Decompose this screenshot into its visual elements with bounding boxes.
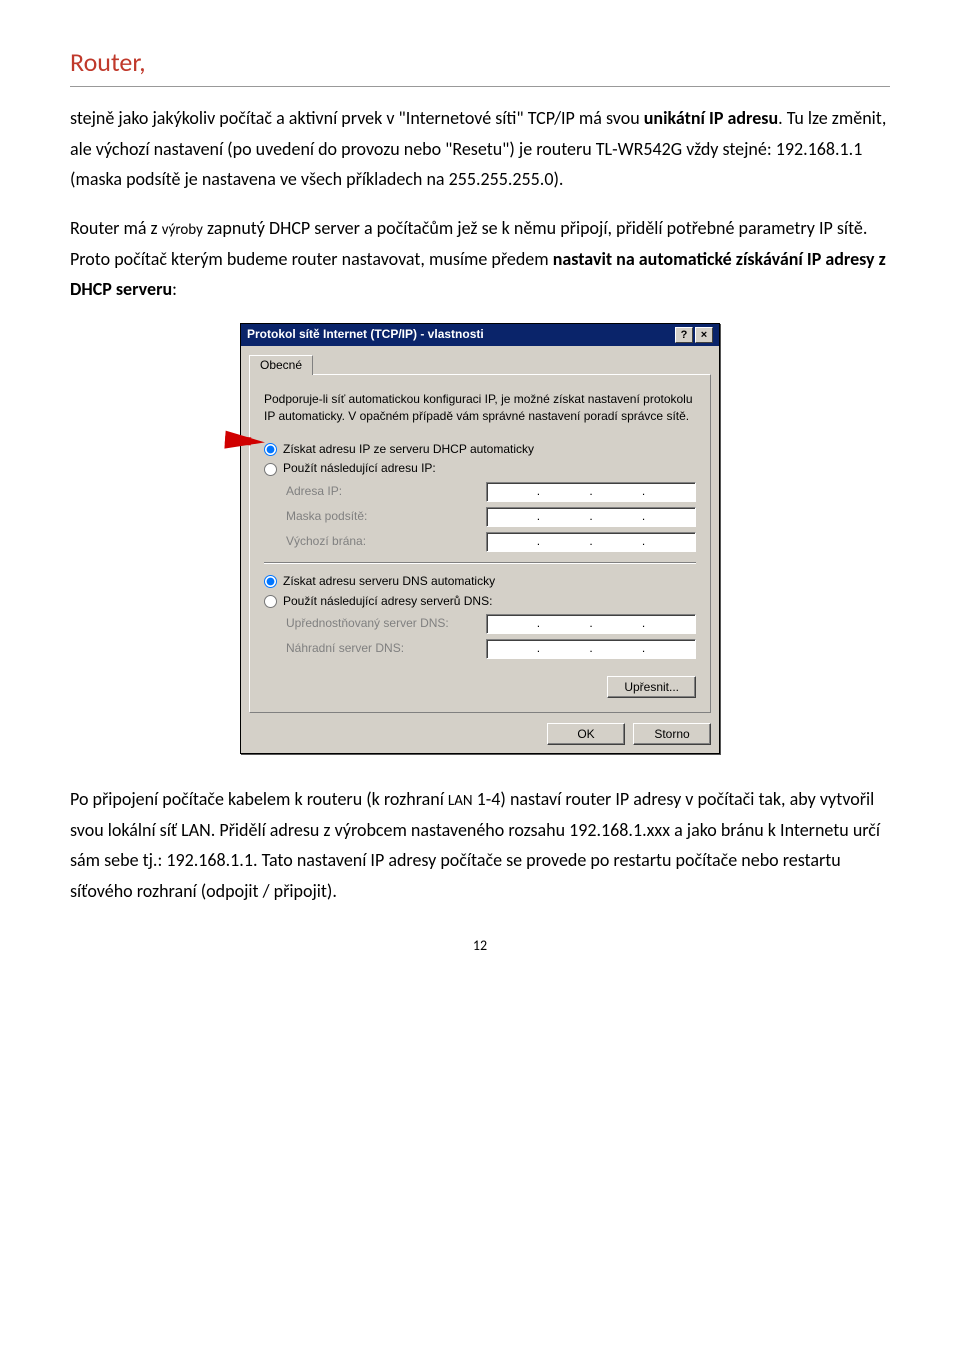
- paragraph-3: Po připojení počítače kabelem k routeru …: [70, 784, 890, 906]
- label-subnet-mask: Maska podsítě:: [286, 509, 486, 525]
- radio-use-dns-manual-label: Použít následující adresy serverů DNS:: [283, 594, 492, 610]
- red-arrow-annotation: [224, 430, 265, 451]
- radio-obtain-dns-auto[interactable]: [264, 575, 277, 588]
- paragraph-1: stejně jako jakýkoliv počítač a aktivní …: [70, 103, 890, 195]
- input-subnet-mask[interactable]: ...: [486, 507, 696, 527]
- close-button[interactable]: ×: [695, 327, 713, 343]
- para2-small: výroby: [162, 221, 203, 239]
- radio-use-ip-manual-label: Použít následující adresu IP:: [283, 461, 436, 477]
- help-button[interactable]: ?: [675, 327, 693, 343]
- para2-pre: Router má z: [70, 217, 162, 239]
- input-preferred-dns[interactable]: ...: [486, 614, 696, 634]
- para3-small: LAN: [448, 792, 473, 810]
- para3-pre: Po připojení počítače kabelem k routeru …: [70, 788, 448, 810]
- label-default-gateway: Výchozí brána:: [286, 534, 486, 550]
- dialog-description: Podporuje-li síť automatickou konfigurac…: [264, 391, 696, 423]
- label-ip-address: Adresa IP:: [286, 484, 486, 500]
- paragraph-2: Router má z výroby zapnutý DHCP server a…: [70, 213, 890, 305]
- page-number: 12: [70, 934, 890, 958]
- para2-post: :: [172, 278, 177, 300]
- para1-bold: unikátní IP adresu: [644, 107, 778, 129]
- ok-button[interactable]: OK: [547, 723, 625, 745]
- label-preferred-dns: Upřednostňovaný server DNS:: [286, 616, 486, 632]
- radio-obtain-ip-auto-label: Získat adresu IP ze serveru DHCP automat…: [283, 442, 534, 458]
- radio-use-dns-manual[interactable]: [264, 595, 277, 608]
- input-alternate-dns[interactable]: ...: [486, 639, 696, 659]
- advanced-button[interactable]: Upřesnit...: [607, 676, 696, 698]
- radio-use-ip-manual[interactable]: [264, 463, 277, 476]
- radio-obtain-dns-auto-label: Získat adresu serveru DNS automaticky: [283, 574, 495, 590]
- separator: [264, 562, 696, 564]
- radio-obtain-ip-auto[interactable]: [264, 443, 277, 456]
- dialog-title: Protokol sítě Internet (TCP/IP) - vlastn…: [247, 327, 673, 343]
- input-ip-address[interactable]: ...: [486, 482, 696, 502]
- label-alternate-dns: Náhradní server DNS:: [286, 641, 486, 657]
- para1-pre: stejně jako jakýkoliv počítač a aktivní …: [70, 107, 644, 129]
- tab-general[interactable]: Obecné: [249, 355, 313, 376]
- input-default-gateway[interactable]: ...: [486, 532, 696, 552]
- cancel-button[interactable]: Storno: [633, 723, 711, 745]
- tcpip-properties-dialog: Protokol sítě Internet (TCP/IP) - vlastn…: [240, 323, 720, 754]
- page-heading: Router,: [70, 40, 890, 87]
